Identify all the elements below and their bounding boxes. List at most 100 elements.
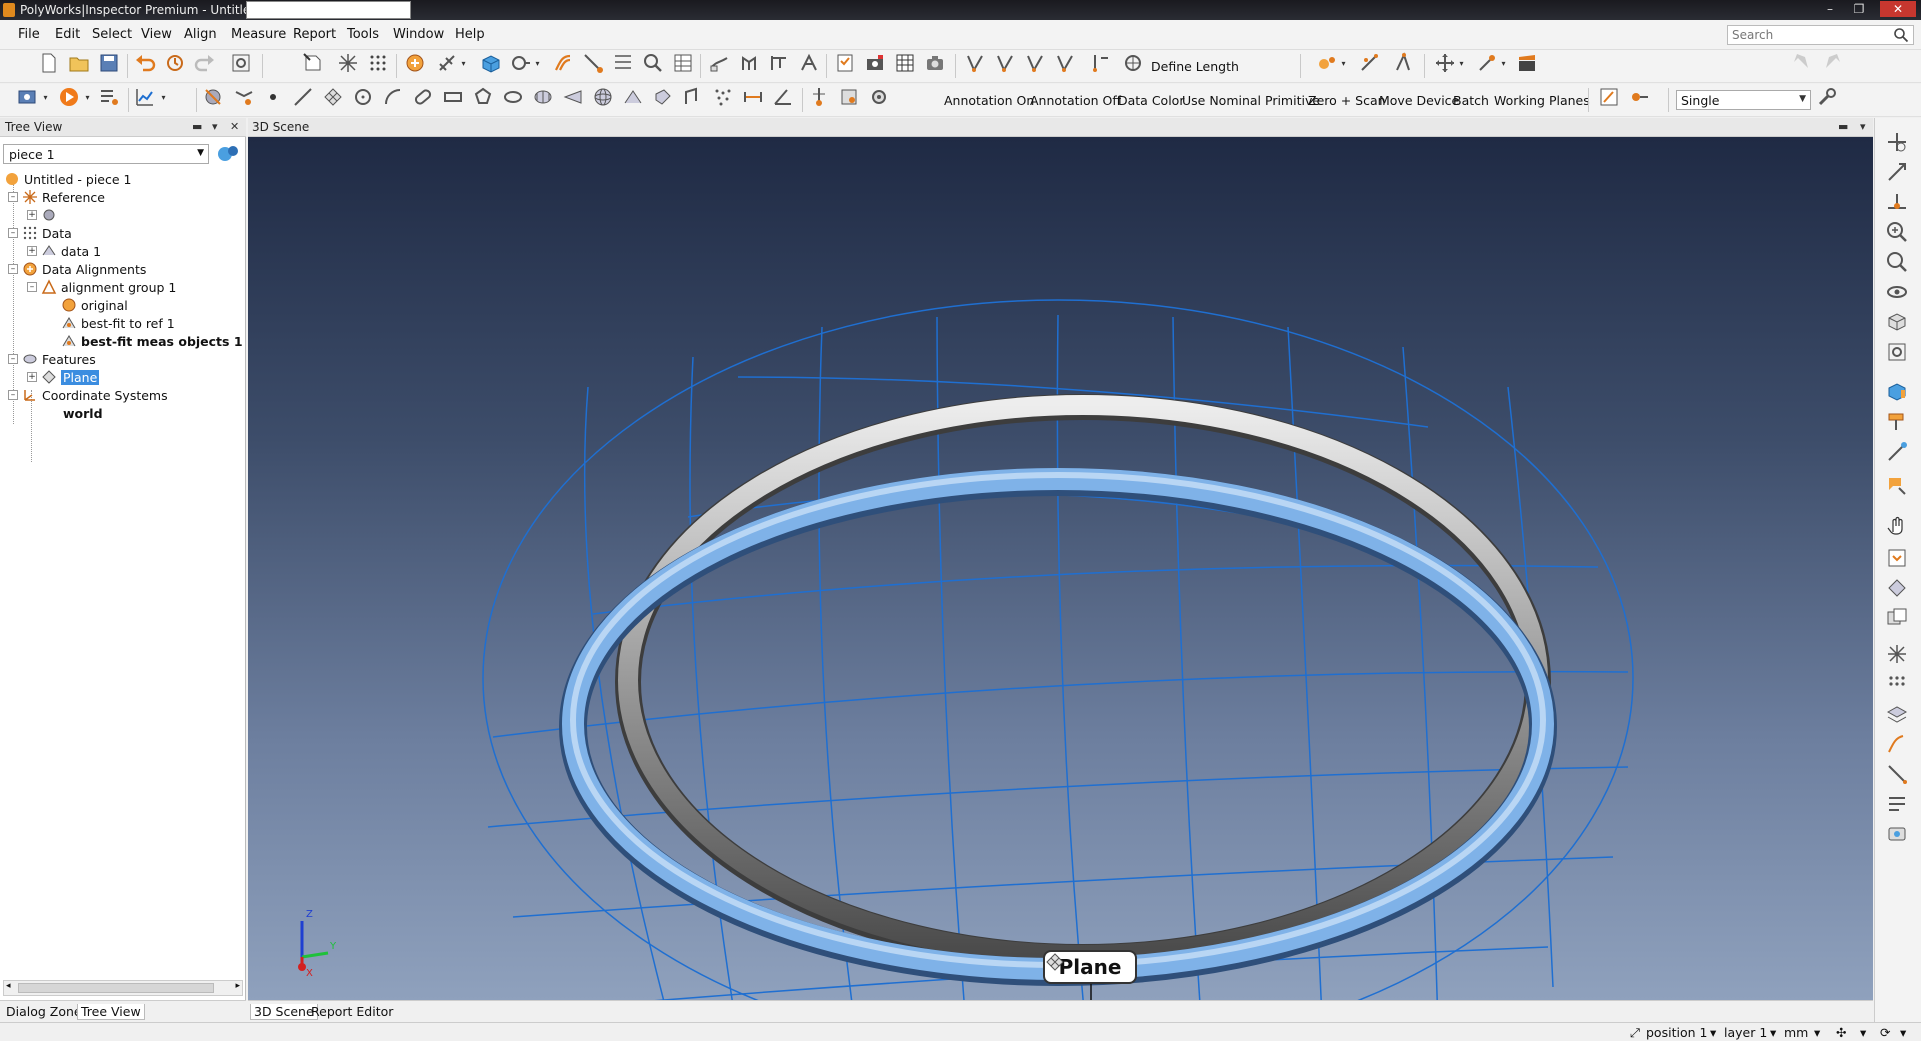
restore-button[interactable]: ❐ bbox=[1846, 1, 1872, 17]
tab-dialog-zone[interactable]: Dialog Zone bbox=[3, 1004, 85, 1019]
control-view-icon[interactable] bbox=[832, 50, 858, 76]
probe-pen-icon[interactable] bbox=[1885, 440, 1911, 466]
chevron-down-icon[interactable]: ▾ bbox=[534, 50, 541, 76]
device-probe-1-icon[interactable] bbox=[962, 50, 988, 76]
plane-feature-icon[interactable] bbox=[320, 84, 346, 110]
align-icon[interactable] bbox=[402, 50, 428, 76]
chevron-down-icon[interactable]: ▾ bbox=[212, 120, 218, 133]
menu-help[interactable]: Help bbox=[455, 27, 485, 42]
collapse-icon[interactable]: – bbox=[8, 192, 18, 202]
point-feature-icon[interactable] bbox=[260, 84, 286, 110]
chevron-down-icon[interactable]: ▾ bbox=[1860, 1025, 1866, 1040]
device-settings-icon[interactable] bbox=[866, 84, 892, 110]
piece-manager-icon[interactable] bbox=[215, 143, 241, 165]
layer-selector[interactable]: layer 1 bbox=[1724, 1025, 1767, 1040]
arc-feature-icon[interactable] bbox=[380, 84, 406, 110]
pan-icon[interactable] bbox=[1885, 160, 1911, 186]
title-field[interactable] bbox=[246, 1, 411, 19]
tree-item-best-fit-ref[interactable]: best-fit to ref 1 bbox=[61, 314, 175, 332]
ellipse-feature-icon[interactable] bbox=[500, 84, 526, 110]
annotation-icon[interactable] bbox=[796, 50, 822, 76]
pin-icon[interactable]: ▬ bbox=[1838, 120, 1848, 133]
measure-tool-icon[interactable] bbox=[1885, 762, 1911, 788]
acquisition-mode-select[interactable]: Single ▼ bbox=[1676, 90, 1811, 110]
device-probe-4-icon[interactable] bbox=[1052, 50, 1078, 76]
flush-icon[interactable] bbox=[650, 84, 676, 110]
probe-tip-icon[interactable] bbox=[806, 84, 832, 110]
camera-icon[interactable] bbox=[922, 50, 948, 76]
zoom-feature-icon[interactable] bbox=[640, 50, 666, 76]
shield-icon[interactable] bbox=[1885, 546, 1911, 572]
chevron-down-icon[interactable]: ▾ bbox=[84, 84, 91, 110]
probe-toggle-icon[interactable] bbox=[1626, 84, 1652, 110]
plane-annotation[interactable]: Plane bbox=[1043, 950, 1137, 984]
chevron-down-icon[interactable]: ▾ bbox=[1860, 120, 1866, 133]
chevron-down-icon[interactable]: ▾ bbox=[1814, 1025, 1820, 1040]
feature-probe-icon[interactable] bbox=[230, 84, 256, 110]
feature-tool-icon[interactable] bbox=[1885, 642, 1911, 668]
horizontal-scrollbar[interactable]: ◂ ▸ bbox=[3, 980, 243, 996]
tree-item-data-1[interactable]: + data 1 bbox=[27, 242, 101, 260]
play-macro-icon[interactable] bbox=[56, 84, 82, 110]
snapshot-icon[interactable] bbox=[862, 50, 888, 76]
menu-tools[interactable]: Tools bbox=[347, 27, 379, 42]
tree-item-original[interactable]: original bbox=[61, 296, 128, 314]
minimize-button[interactable]: – bbox=[1817, 1, 1843, 17]
close-button[interactable]: ✕ bbox=[1880, 1, 1916, 17]
menu-window[interactable]: Window bbox=[393, 27, 444, 42]
scan-tool-icon[interactable] bbox=[1885, 822, 1911, 848]
paint-icon[interactable] bbox=[1885, 410, 1911, 436]
device-probe-2-icon[interactable] bbox=[992, 50, 1018, 76]
forward-navigation-icon[interactable] bbox=[1820, 50, 1846, 76]
sequence-list-icon[interactable] bbox=[96, 84, 122, 110]
section-icon[interactable] bbox=[706, 50, 732, 76]
chevron-down-icon[interactable]: ▾ bbox=[1770, 1025, 1776, 1040]
device-probe-3-icon[interactable] bbox=[1022, 50, 1048, 76]
color-map-icon[interactable] bbox=[478, 50, 504, 76]
menu-file[interactable]: File bbox=[18, 27, 40, 42]
tree-item-data-alignments[interactable]: – Data Alignments bbox=[8, 260, 146, 278]
create-reference-button[interactable] bbox=[300, 50, 326, 76]
angle-surface-icon[interactable] bbox=[680, 84, 706, 110]
table-icon[interactable] bbox=[892, 50, 918, 76]
comparison-icon[interactable] bbox=[508, 50, 534, 76]
zoom-all-icon[interactable] bbox=[1885, 130, 1911, 156]
chevron-down-icon[interactable]: ▾ bbox=[1458, 50, 1465, 76]
back-navigation-icon[interactable] bbox=[1788, 50, 1814, 76]
menu-measure[interactable]: Measure bbox=[231, 27, 286, 42]
tree-item-best-fit-meas[interactable]: best-fit meas objects 1 bbox=[61, 332, 243, 350]
tree-item-data[interactable]: – Data bbox=[8, 224, 72, 242]
expand-icon[interactable]: + bbox=[27, 246, 37, 256]
piece-select[interactable]: piece 1 ▼ bbox=[3, 144, 209, 164]
point-cloud-icon[interactable] bbox=[710, 84, 736, 110]
open-folder-button[interactable] bbox=[66, 50, 92, 76]
chevron-down-icon[interactable]: ▾ bbox=[460, 50, 467, 76]
tree-item-reference[interactable]: – Reference bbox=[8, 188, 105, 206]
scrollbar-thumb[interactable] bbox=[18, 983, 214, 993]
new-file-button[interactable] bbox=[36, 50, 62, 76]
tab-tree-view[interactable]: Tree View bbox=[77, 1004, 145, 1020]
chevron-down-icon[interactable]: ▾ bbox=[1710, 1025, 1716, 1040]
settings-gear-icon[interactable] bbox=[228, 50, 254, 76]
position-selector[interactable]: position 1 bbox=[1646, 1025, 1707, 1040]
undo-history-button[interactable] bbox=[162, 50, 188, 76]
expand-icon[interactable]: + bbox=[27, 210, 37, 220]
scene-canvas[interactable] bbox=[248, 137, 1873, 1000]
menu-select[interactable]: Select bbox=[92, 27, 132, 42]
chevron-down-icon[interactable]: ▾ bbox=[1340, 50, 1347, 76]
measure-icon[interactable] bbox=[434, 50, 460, 76]
tree-item-alignment-group[interactable]: – alignment group 1 bbox=[27, 278, 176, 296]
search-input[interactable] bbox=[1727, 25, 1914, 45]
search-icon[interactable] bbox=[1893, 27, 1909, 43]
3d-scene-viewport[interactable]: Plane Z Y X bbox=[248, 137, 1873, 1000]
units-selector[interactable]: mm bbox=[1784, 1025, 1808, 1040]
feature-star-icon[interactable] bbox=[335, 50, 361, 76]
tab-report-editor[interactable]: Report Editor bbox=[308, 1004, 396, 1019]
snap-icon[interactable]: ✣ bbox=[1836, 1025, 1846, 1040]
select-hand-icon[interactable] bbox=[1885, 512, 1911, 538]
points-tool-icon[interactable] bbox=[1885, 672, 1911, 698]
point-grid-icon[interactable] bbox=[365, 50, 391, 76]
visibility-eye-icon[interactable] bbox=[1885, 280, 1911, 306]
cylinder-feature-icon[interactable] bbox=[530, 84, 556, 110]
object-properties-icon[interactable] bbox=[1885, 576, 1911, 602]
